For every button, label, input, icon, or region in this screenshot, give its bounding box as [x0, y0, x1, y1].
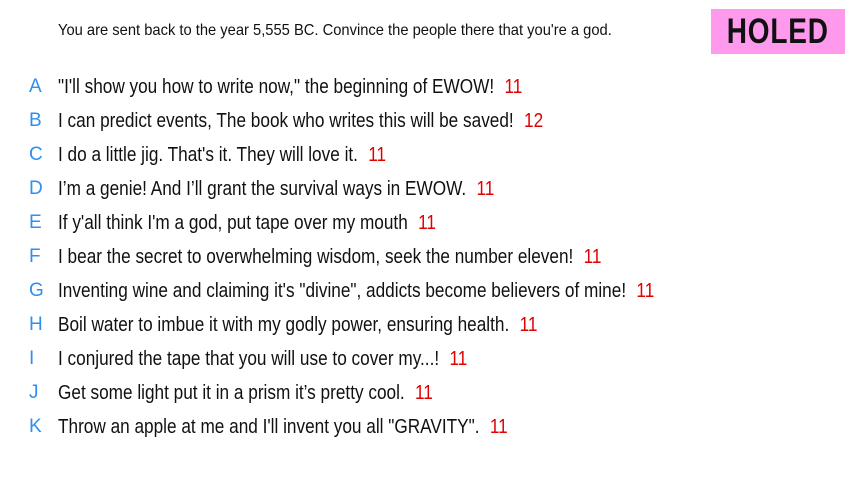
entry-score: 11 — [519, 313, 538, 336]
entry-letter: G — [29, 280, 44, 301]
entry-letter: I — [29, 348, 35, 369]
entry-text: I’m a genie! And I’ll grant the survival… — [58, 177, 467, 200]
entry-score: 11 — [489, 415, 508, 438]
entry-text: I can predict events, The book who write… — [58, 109, 514, 132]
entry-letter: E — [29, 212, 42, 233]
entry-score: 11 — [636, 279, 655, 302]
entry-text: I do a little jig. That's it. They will … — [58, 143, 358, 166]
status-badge-label: HOLED — [727, 11, 829, 51]
entry-score: 12 — [524, 109, 544, 132]
entry-g: G Inventing wine and claiming it's "divi… — [0, 274, 853, 308]
entry-list: A "I'll show you how to write now," the … — [0, 70, 853, 444]
entry-score: 11 — [504, 75, 523, 98]
entry-letter: C — [29, 144, 43, 165]
entry-letter: A — [29, 76, 42, 97]
entry-letter: D — [29, 178, 43, 199]
entry-text: I conjured the tape that you will use to… — [58, 347, 440, 370]
entry-letter: B — [29, 110, 42, 131]
entry-k: K Throw an apple at me and I'll invent y… — [0, 410, 853, 444]
entry-f: F I bear the secret to overwhelming wisd… — [0, 240, 853, 274]
entry-text: Boil water to imbue it with my godly pow… — [58, 313, 510, 336]
entry-score: 11 — [449, 347, 468, 370]
entry-e: E If y'all think I'm a god, put tape ove… — [0, 206, 853, 240]
entry-d: D I’m a genie! And I’ll grant the surviv… — [0, 172, 853, 206]
entry-text: Throw an apple at me and I'll invent you… — [58, 415, 480, 438]
entry-text: I bear the secret to overwhelming wisdom… — [58, 245, 574, 268]
prompt-text: You are sent back to the year 5,555 BC. … — [58, 22, 612, 39]
entry-text: "I'll show you how to write now," the be… — [58, 75, 495, 98]
entry-score: 11 — [418, 211, 436, 234]
entry-c: C I do a little jig. That's it. They wil… — [0, 138, 853, 172]
entry-text: If y'all think I'm a god, put tape over … — [58, 211, 408, 234]
entry-text: Inventing wine and claiming it's "divine… — [58, 279, 627, 302]
status-badge: HOLED — [711, 9, 845, 54]
entry-i: I I conjured the tape that you will use … — [0, 342, 853, 376]
entry-b: B I can predict events, The book who wri… — [0, 104, 853, 138]
entry-h: H Boil water to imbue it with my godly p… — [0, 308, 853, 342]
entry-letter: F — [29, 246, 41, 267]
entry-letter: K — [29, 416, 42, 437]
entry-a: A "I'll show you how to write now," the … — [0, 70, 853, 104]
entry-score: 11 — [368, 143, 387, 166]
entry-letter: J — [29, 382, 39, 403]
entry-score: 11 — [583, 245, 602, 268]
entry-letter: H — [29, 314, 43, 335]
entry-text: Get some light put it in a prism it’s pr… — [58, 381, 405, 404]
entry-score: 11 — [476, 177, 495, 200]
entry-score: 11 — [415, 381, 433, 404]
entry-j: J Get some light put it in a prism it’s … — [0, 376, 853, 410]
